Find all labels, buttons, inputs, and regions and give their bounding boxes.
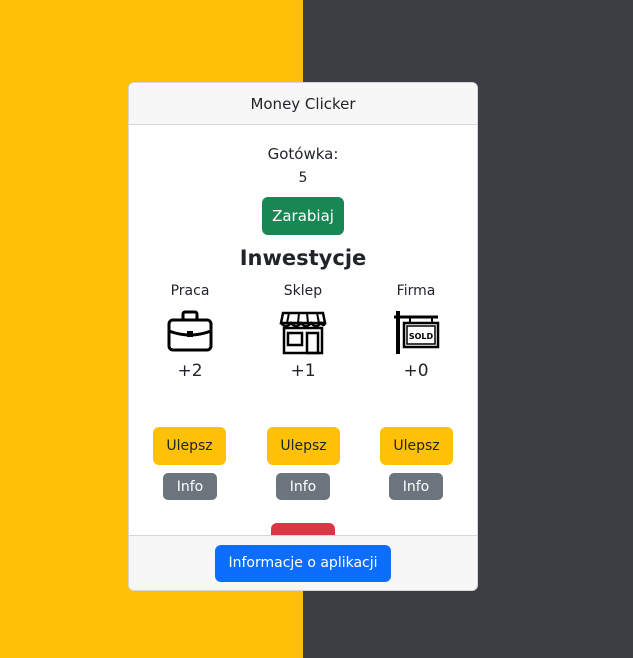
earn-button[interactable]: Zarabiaj xyxy=(262,197,344,235)
card-footer: Informacje o aplikacji xyxy=(129,535,477,590)
cash-value: 5 xyxy=(298,170,308,186)
app-title: Money Clicker xyxy=(250,94,356,113)
investment-income: +1 xyxy=(290,361,316,381)
info-button-firma[interactable]: Info xyxy=(389,473,443,500)
investments-heading: Inwestycje xyxy=(239,246,367,270)
svg-text:SOLD: SOLD xyxy=(409,332,434,341)
info-button-praca[interactable]: Info xyxy=(163,473,217,500)
investment-name: Praca xyxy=(170,283,210,299)
investment-firma: Firma SOLD +0 xyxy=(376,283,456,383)
about-app-button[interactable]: Informacje o aplikacji xyxy=(215,544,391,582)
investment-sklep: Sklep +1 xyxy=(263,283,343,383)
investment-name: Sklep xyxy=(283,283,323,299)
sold-sign-icon: SOLD xyxy=(394,311,440,354)
cash-label: Gotówka: xyxy=(267,145,339,163)
investment-name: Firma xyxy=(396,283,436,299)
upgrade-button-firma[interactable]: Ulepsz xyxy=(380,427,453,465)
upgrade-button-sklep[interactable]: Ulepsz xyxy=(267,427,340,465)
upgrade-button-praca[interactable]: Ulepsz xyxy=(153,427,226,465)
investment-income: +0 xyxy=(403,361,429,381)
investment-praca: Praca +2 xyxy=(150,283,230,383)
card-body: Gotówka: 5 Zarabiaj Inwestycje Praca +2 … xyxy=(129,125,477,561)
info-button-sklep[interactable]: Info xyxy=(276,473,330,500)
investment-income: +2 xyxy=(177,361,203,381)
storefront-icon xyxy=(279,311,327,355)
card-header: Money Clicker xyxy=(129,83,477,125)
briefcase-icon xyxy=(167,310,213,352)
app-card: Money Clicker Gotówka: 5 Zarabiaj Inwest… xyxy=(128,82,478,591)
